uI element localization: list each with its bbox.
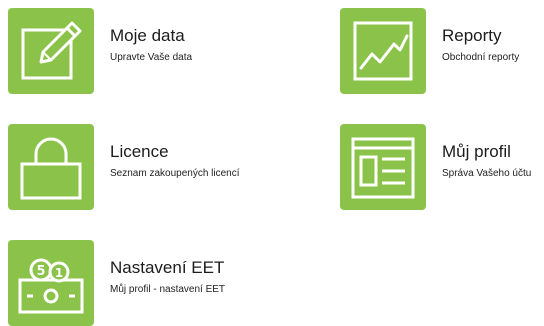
- tile-icon-box[interactable]: 5 1: [8, 240, 94, 326]
- edit-icon: [21, 21, 82, 80]
- tile-icon-box[interactable]: [340, 8, 426, 94]
- tile-subtitle: Seznam zakoupených licencí: [110, 168, 240, 179]
- tile-title[interactable]: Licence: [110, 142, 240, 162]
- tile-icon-box[interactable]: [340, 124, 426, 210]
- tile-icon-box[interactable]: [8, 8, 94, 94]
- tile-title[interactable]: Reporty: [442, 26, 519, 46]
- money-icon: 5 1: [18, 258, 84, 314]
- tile-title[interactable]: Můj profil: [442, 142, 531, 162]
- chart-icon: [353, 21, 413, 81]
- lock-icon: [20, 137, 82, 200]
- tile-nastaveni-eet[interactable]: 5 1 Nastavení EET Můj profil - nastavení…: [8, 240, 225, 326]
- tile-title[interactable]: Moje data: [110, 26, 192, 46]
- tile-subtitle: Správa Vašeho účtu: [442, 168, 532, 179]
- tile-moje-data[interactable]: Moje data Upravte Vaše data: [8, 8, 192, 94]
- tile-subtitle: Můj profil - nastavení EET: [110, 284, 226, 295]
- tile-muj-profil[interactable]: Můj profil Správa Vašeho účtu: [340, 124, 531, 210]
- svg-text:5: 5: [36, 264, 45, 279]
- svg-text:1: 1: [55, 266, 63, 280]
- tile-title[interactable]: Nastavení EET: [110, 258, 225, 278]
- tile-reporty[interactable]: Reporty Obchodní reporty: [340, 8, 519, 94]
- profile-icon: [351, 137, 415, 199]
- tile-subtitle: Upravte Vaše data: [110, 52, 193, 63]
- tile-icon-box[interactable]: [8, 124, 94, 210]
- tile-subtitle: Obchodní reporty: [442, 52, 520, 63]
- tile-licence[interactable]: Licence Seznam zakoupených licencí: [8, 124, 240, 210]
